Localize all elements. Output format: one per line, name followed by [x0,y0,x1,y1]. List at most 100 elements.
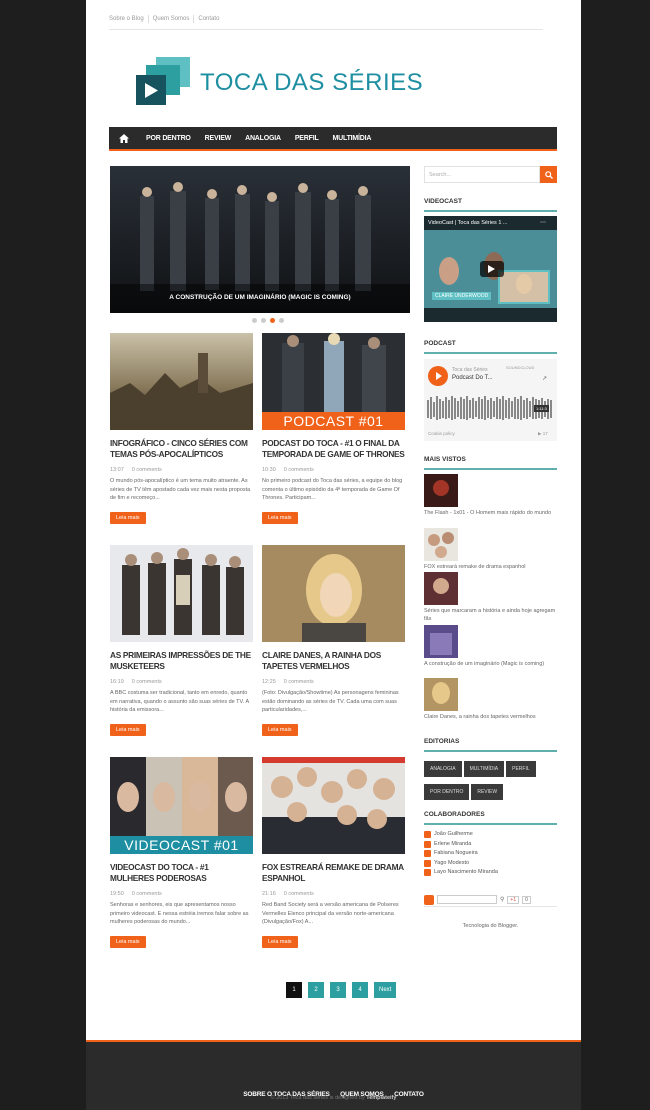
popular-thumbnail[interactable] [424,474,458,507]
read-more-button[interactable]: Leia mais [110,935,146,948]
slider-dot[interactable] [261,318,266,323]
top-link-contact[interactable]: Contato [194,15,223,23]
podcast-track[interactable]: Podcast Do T... [452,375,493,381]
post-comments[interactable]: 0 comments [284,467,314,473]
contributor-name[interactable]: Erlene Miranda [434,840,471,850]
share-icon[interactable]: ↗ [542,375,547,382]
video-embed[interactable]: VideoCast | Toca das Séries 1 ... ⋯ CLAI… [424,216,557,322]
tag-analogia[interactable]: ANALOGIA [424,761,462,777]
read-more-button[interactable]: Leia mais [262,511,298,524]
post-comments[interactable]: 0 comments [284,679,314,685]
video-name-tag: CLAIRE UNDERWOOD [432,292,492,300]
post-thumbnail[interactable]: VIDEOCAST #01 [110,757,253,854]
tag-perfil[interactable]: PERFIL [506,761,536,777]
read-more-button[interactable]: Leia mais [262,723,298,736]
play-icon[interactable] [428,366,448,386]
contributor-name[interactable]: Yago Modesto [434,859,469,869]
page-2[interactable]: 2 [308,982,324,998]
gplus-button[interactable]: +1 [507,895,520,904]
tag-multimidia[interactable]: MULTIMÍDIA [463,761,505,777]
top-link-who[interactable]: Quem Somos [149,14,195,23]
post-comments[interactable]: 0 comments [132,467,162,473]
share-icon[interactable]: ⋯ [540,219,546,226]
site-logo[interactable]: TOCA DAS SÉRIES [134,55,423,107]
post-title[interactable]: CLAIRE DANES, A RAINHA DOS TAPETES VERME… [262,650,405,672]
popular-post[interactable]: Claire Danes, a rainha dos tapetes verme… [424,678,557,721]
post-time: 19:50 [110,891,124,897]
popular-thumbnail[interactable] [424,572,458,605]
post-title[interactable]: PODCAST DO TOCA - #1 O FINAL DA TEMPORAD… [262,438,405,460]
slider-dot[interactable] [279,318,284,323]
contributor[interactable]: Fabiana Nogueira [424,849,557,859]
slider-dot[interactable] [252,318,257,323]
video-title[interactable]: VideoCast | Toca das Séries 1 ... [428,220,508,226]
next-page-button[interactable]: Next [374,982,397,998]
post-thumbnail[interactable] [262,757,405,854]
home-icon[interactable] [109,127,139,149]
contributor[interactable]: Erlene Miranda [424,840,557,850]
popular-post[interactable]: The Flash - 1x01 - O Homem mais rápido d… [424,474,557,517]
post-time: 21:16 [262,891,276,897]
contributor[interactable]: João Guilherme [424,830,557,840]
slider-caption[interactable]: A CONSTRUÇÃO DE UM IMAGINÁRIO (MAGIC IS … [110,294,410,301]
post-thumbnail[interactable] [110,545,253,642]
contributor-name[interactable]: Layo Nascimento Miranda [434,868,498,878]
read-more-button[interactable]: Leia mais [110,511,146,524]
soundcloud-player[interactable]: Toca das Séries Podcast Do T... SOUNDCLO… [424,359,557,441]
contributor[interactable]: Yago Modesto [424,859,557,869]
soundcloud-logo[interactable]: SOUNDCLOUD [506,365,534,370]
post-comments[interactable]: 0 comments [284,891,314,897]
popular-title[interactable]: A construção de um imaginário (Magic is … [424,660,557,668]
contributor-name[interactable]: João Guilherme [434,830,473,840]
search-icon[interactable] [540,166,557,183]
post-title[interactable]: AS PRIMEIRAS IMPRESSÕES DE THE MUSKETEER… [110,650,253,672]
podcast-artist[interactable]: Toca das Séries [452,367,488,373]
post-thumbnail[interactable]: PODCAST #01 [262,333,405,430]
blog-search-input[interactable] [437,895,497,904]
blogger-icon [424,869,431,877]
top-link-about[interactable]: Sobre o Blog [109,14,149,23]
page-4[interactable]: 4 [352,982,368,998]
nav-perfil[interactable]: PERFIL [288,135,326,142]
cookie-policy-link[interactable]: Cookie policy [428,431,455,436]
popular-title[interactable]: Séries que marcaram a história e ainda h… [424,607,557,623]
popular-title[interactable]: The Flash - 1x01 - O Homem mais rápido d… [424,509,557,517]
contributor[interactable]: Layo Nascimento Miranda [424,868,557,878]
post-title[interactable]: VIDEOCAST DO TOCA - #1 MULHERES PODEROSA… [110,862,253,884]
search-icon[interactable]: ⚲ [500,896,504,903]
page-1[interactable]: 1 [286,982,302,998]
read-more-button[interactable]: Leia mais [110,723,146,736]
blogger-logo-icon[interactable] [424,894,434,905]
nav-multimidia[interactable]: MULTIMÍDIA [326,135,379,142]
post-thumbnail[interactable] [262,545,405,642]
post-title[interactable]: FOX ESTREARÁ REMAKE DE DRAMA ESPANHOL [262,862,405,884]
contributor-name[interactable]: Fabiana Nogueira [434,849,478,859]
post-card: FOX ESTREARÁ REMAKE DE DRAMA ESPANHOL 21… [262,757,405,948]
popular-title[interactable]: Claire Danes, a rainha dos tapetes verme… [424,713,557,721]
post-thumbnail[interactable] [110,333,253,430]
popular-thumbnail[interactable] [424,528,458,561]
popular-thumbnail[interactable] [424,678,458,711]
nav-por-dentro[interactable]: POR DENTRO [139,135,198,142]
popular-post[interactable]: Séries que marcaram a história e ainda h… [424,572,557,623]
tag-por-dentro[interactable]: POR DENTRO [424,784,470,800]
popular-title[interactable]: FOX estreará remake de drama espanhol [424,563,557,571]
page-3[interactable]: 3 [330,982,346,998]
templateify-link[interactable]: Templateify [366,1095,396,1101]
featured-slider[interactable]: A CONSTRUÇÃO DE UM IMAGINÁRIO (MAGIC IS … [110,166,410,313]
popular-post[interactable]: A construção de um imaginário (Magic is … [424,625,557,668]
post-comments[interactable]: 0 comments [132,891,162,897]
read-more-button[interactable]: Leia mais [262,935,298,948]
post-comments[interactable]: 0 comments [132,679,162,685]
post-title[interactable]: INFOGRÁFICO - CINCO SÉRIES COM TEMAS PÓS… [110,438,253,460]
blogger-credit[interactable]: Tecnologia do Blogger. [424,923,557,929]
post-excerpt: No primeiro podcast do Toca das séries, … [262,478,403,501]
nav-analogia[interactable]: ANALOGIA [238,135,288,142]
popular-post[interactable]: FOX estreará remake de drama espanhol [424,528,557,571]
search-input[interactable]: Search... [424,166,540,183]
nav-review[interactable]: REVIEW [198,135,238,142]
tag-review[interactable]: REVIEW [471,784,504,800]
slider-dot-active[interactable] [270,318,275,323]
popular-thumbnail[interactable] [424,625,458,658]
podcast-title: PODCAST [424,340,557,354]
